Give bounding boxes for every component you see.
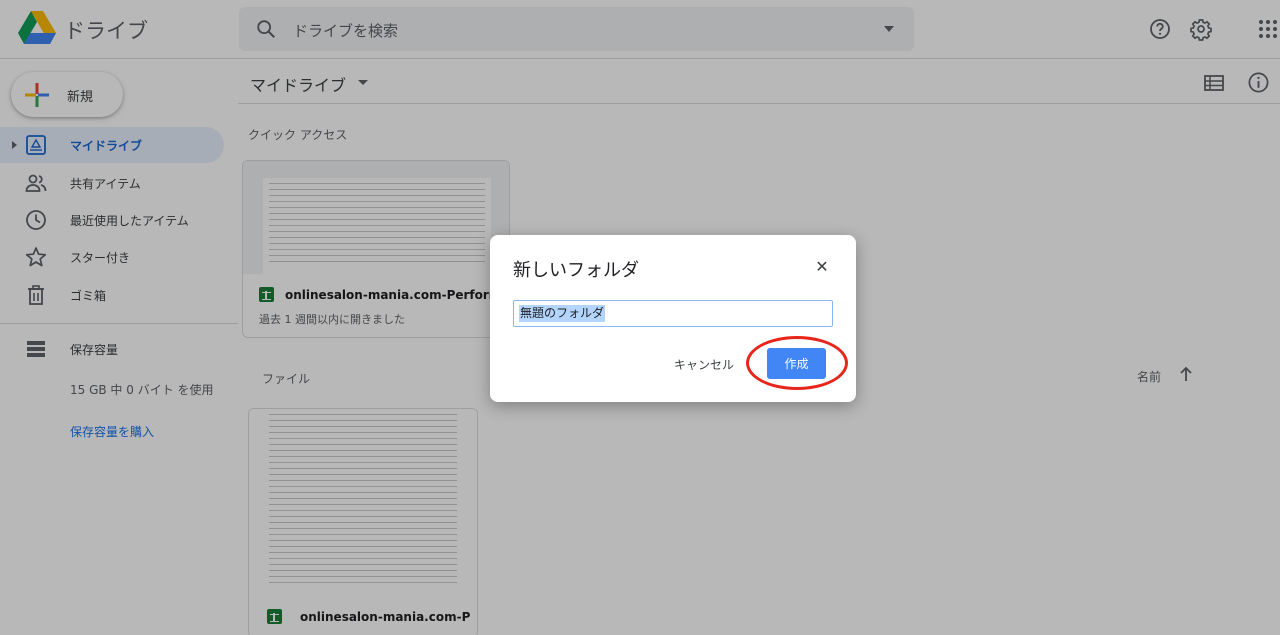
highlight-annotation-ring <box>746 336 848 390</box>
cancel-button[interactable]: キャンセル <box>674 356 734 373</box>
dialog-title: 新しいフォルダ <box>513 260 639 281</box>
folder-name-selected-text: 無題のフォルダ <box>519 305 606 322</box>
close-icon[interactable]: ✕ <box>814 259 830 275</box>
